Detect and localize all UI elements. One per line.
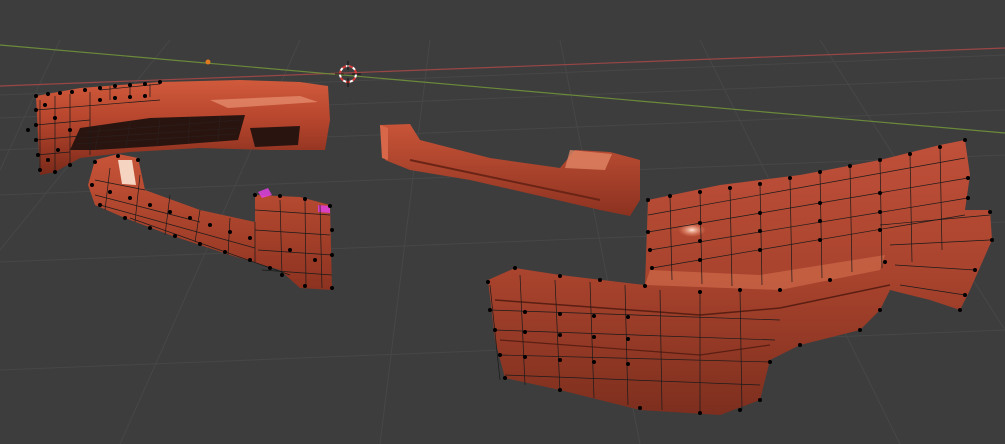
object-origin-icon[interactable]: [205, 59, 211, 65]
side-skirt-mesh[interactable]: [380, 124, 640, 216]
viewport-canvas[interactable]: [0, 0, 1005, 444]
x-axis-line: [0, 47, 1005, 87]
front-lip-mesh[interactable]: [88, 154, 333, 290]
3d-viewport[interactable]: [0, 0, 1005, 444]
3d-cursor-icon[interactable]: [335, 61, 361, 87]
front-bumper-mesh[interactable]: [35, 80, 330, 175]
